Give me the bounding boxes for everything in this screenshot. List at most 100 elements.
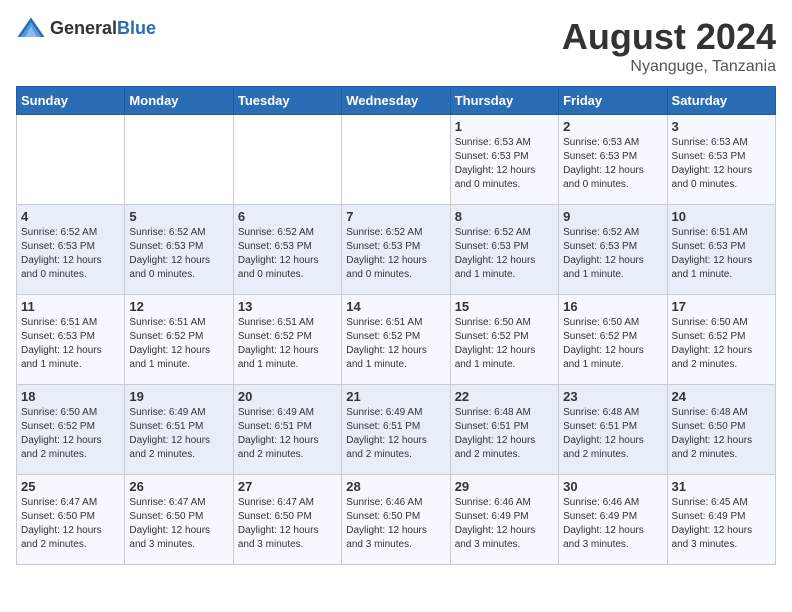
- cell-4-3: 20 Sunrise: 6:49 AM Sunset: 6:51 PM Dayli…: [233, 385, 341, 475]
- cell-4-4: 21 Sunrise: 6:49 AM Sunset: 6:51 PM Dayli…: [342, 385, 450, 475]
- cell-2-7: 10 Sunrise: 6:51 AM Sunset: 6:53 PM Dayli…: [667, 205, 775, 295]
- day-info: Sunrise: 6:52 AM Sunset: 6:53 PM Dayligh…: [455, 226, 554, 282]
- cell-5-4: 28 Sunrise: 6:46 AM Sunset: 6:50 PM Dayli…: [342, 475, 450, 565]
- day-number: 31: [672, 479, 771, 494]
- day-number: 17: [672, 299, 771, 314]
- page-header: GeneralBlue August 2024 Nyanguge, Tanzan…: [16, 16, 776, 76]
- day-info: Sunrise: 6:52 AM Sunset: 6:53 PM Dayligh…: [21, 226, 120, 282]
- day-info: Sunrise: 6:48 AM Sunset: 6:51 PM Dayligh…: [563, 406, 662, 462]
- week-row-1: 1 Sunrise: 6:53 AM Sunset: 6:53 PM Daylig…: [17, 115, 776, 205]
- day-info: Sunrise: 6:51 AM Sunset: 6:53 PM Dayligh…: [21, 316, 120, 372]
- cell-4-1: 18 Sunrise: 6:50 AM Sunset: 6:52 PM Dayli…: [17, 385, 125, 475]
- logo: GeneralBlue: [16, 16, 156, 40]
- week-row-2: 4 Sunrise: 6:52 AM Sunset: 6:53 PM Daylig…: [17, 205, 776, 295]
- day-info: Sunrise: 6:50 AM Sunset: 6:52 PM Dayligh…: [672, 316, 771, 372]
- header-tuesday: Tuesday: [233, 87, 341, 115]
- day-number: 12: [129, 299, 228, 314]
- day-number: 26: [129, 479, 228, 494]
- header-sunday: Sunday: [17, 87, 125, 115]
- cell-1-7: 3 Sunrise: 6:53 AM Sunset: 6:53 PM Daylig…: [667, 115, 775, 205]
- day-number: 10: [672, 209, 771, 224]
- day-info: Sunrise: 6:45 AM Sunset: 6:49 PM Dayligh…: [672, 496, 771, 552]
- day-info: Sunrise: 6:50 AM Sunset: 6:52 PM Dayligh…: [455, 316, 554, 372]
- cell-3-4: 14 Sunrise: 6:51 AM Sunset: 6:52 PM Dayli…: [342, 295, 450, 385]
- cell-3-3: 13 Sunrise: 6:51 AM Sunset: 6:52 PM Dayli…: [233, 295, 341, 385]
- cell-3-7: 17 Sunrise: 6:50 AM Sunset: 6:52 PM Dayli…: [667, 295, 775, 385]
- cell-4-2: 19Sunrise: 6:49 AM Sunset: 6:51 PM Dayli…: [125, 385, 233, 475]
- day-info: Sunrise: 6:46 AM Sunset: 6:50 PM Dayligh…: [346, 496, 445, 552]
- cell-4-7: 24 Sunrise: 6:48 AM Sunset: 6:50 PM Dayli…: [667, 385, 775, 475]
- day-number: 23: [563, 389, 662, 404]
- cell-5-7: 31 Sunrise: 6:45 AM Sunset: 6:49 PM Dayli…: [667, 475, 775, 565]
- day-number: 11: [21, 299, 120, 314]
- day-info: Sunrise: 6:53 AM Sunset: 6:53 PM Dayligh…: [455, 136, 554, 192]
- cell-4-6: 23 Sunrise: 6:48 AM Sunset: 6:51 PM Dayli…: [559, 385, 667, 475]
- day-info: Sunrise: 6:51 AM Sunset: 6:52 PM Dayligh…: [238, 316, 337, 372]
- day-number: 18: [21, 389, 120, 404]
- day-info: Sunrise: 6:49 AM Sunset: 6:51 PM Dayligh…: [238, 406, 337, 462]
- cell-1-5: 1 Sunrise: 6:53 AM Sunset: 6:53 PM Daylig…: [450, 115, 558, 205]
- day-info: Sunrise: 6:46 AM Sunset: 6:49 PM Dayligh…: [563, 496, 662, 552]
- day-info: Sunrise: 6:51 AM Sunset: 6:52 PM Dayligh…: [129, 316, 228, 372]
- day-info: Sunrise: 6:52 AM Sunset: 6:53 PM Dayligh…: [563, 226, 662, 282]
- day-info: Sunrise: 6:52 AM Sunset: 6:53 PM Dayligh…: [238, 226, 337, 282]
- day-info: Sunrise: 6:48 AM Sunset: 6:50 PM Dayligh…: [672, 406, 771, 462]
- cell-2-4: 7Sunrise: 6:52 AM Sunset: 6:53 PM Daylig…: [342, 205, 450, 295]
- calendar-subtitle: Nyanguge, Tanzania: [562, 58, 776, 76]
- day-info: Sunrise: 6:49 AM Sunset: 6:51 PM Dayligh…: [129, 406, 228, 462]
- cell-5-5: 29Sunrise: 6:46 AM Sunset: 6:49 PM Dayli…: [450, 475, 558, 565]
- day-number: 16: [563, 299, 662, 314]
- calendar-table: Sunday Monday Tuesday Wednesday Thursday…: [16, 86, 776, 565]
- cell-3-2: 12 Sunrise: 6:51 AM Sunset: 6:52 PM Dayli…: [125, 295, 233, 385]
- cell-2-6: 9Sunrise: 6:52 AM Sunset: 6:53 PM Daylig…: [559, 205, 667, 295]
- day-info: Sunrise: 6:52 AM Sunset: 6:53 PM Dayligh…: [129, 226, 228, 282]
- day-number: 22: [455, 389, 554, 404]
- day-number: 14: [346, 299, 445, 314]
- logo-icon: [16, 16, 46, 40]
- day-number: 4: [21, 209, 120, 224]
- day-info: Sunrise: 6:51 AM Sunset: 6:53 PM Dayligh…: [672, 226, 771, 282]
- cell-3-6: 16 Sunrise: 6:50 AM Sunset: 6:52 PM Dayli…: [559, 295, 667, 385]
- cell-1-1: [17, 115, 125, 205]
- cell-4-5: 22Sunrise: 6:48 AM Sunset: 6:51 PM Dayli…: [450, 385, 558, 475]
- day-info: Sunrise: 6:50 AM Sunset: 6:52 PM Dayligh…: [21, 406, 120, 462]
- day-number: 7: [346, 209, 445, 224]
- cell-2-1: 4 Sunrise: 6:52 AM Sunset: 6:53 PM Daylig…: [17, 205, 125, 295]
- logo-general-text: General: [50, 18, 117, 38]
- cell-3-1: 11 Sunrise: 6:51 AM Sunset: 6:53 PM Dayli…: [17, 295, 125, 385]
- cell-5-2: 26 Sunrise: 6:47 AM Sunset: 6:50 PM Dayli…: [125, 475, 233, 565]
- day-number: 24: [672, 389, 771, 404]
- header-wednesday: Wednesday: [342, 87, 450, 115]
- day-info: Sunrise: 6:53 AM Sunset: 6:53 PM Dayligh…: [563, 136, 662, 192]
- cell-2-5: 8 Sunrise: 6:52 AM Sunset: 6:53 PM Daylig…: [450, 205, 558, 295]
- day-number: 28: [346, 479, 445, 494]
- day-info: Sunrise: 6:47 AM Sunset: 6:50 PM Dayligh…: [129, 496, 228, 552]
- day-info: Sunrise: 6:49 AM Sunset: 6:51 PM Dayligh…: [346, 406, 445, 462]
- day-info: Sunrise: 6:53 AM Sunset: 6:53 PM Dayligh…: [672, 136, 771, 192]
- cell-1-2: [125, 115, 233, 205]
- cell-5-1: 25Sunrise: 6:47 AM Sunset: 6:50 PM Dayli…: [17, 475, 125, 565]
- day-number: 8: [455, 209, 554, 224]
- day-number: 13: [238, 299, 337, 314]
- cell-2-3: 6 Sunrise: 6:52 AM Sunset: 6:53 PM Daylig…: [233, 205, 341, 295]
- day-number: 21: [346, 389, 445, 404]
- day-info: Sunrise: 6:50 AM Sunset: 6:52 PM Dayligh…: [563, 316, 662, 372]
- cell-1-4: [342, 115, 450, 205]
- cell-1-3: [233, 115, 341, 205]
- week-row-3: 11 Sunrise: 6:51 AM Sunset: 6:53 PM Dayli…: [17, 295, 776, 385]
- cell-2-2: 5Sunrise: 6:52 AM Sunset: 6:53 PM Daylig…: [125, 205, 233, 295]
- day-number: 3: [672, 119, 771, 134]
- header-monday: Monday: [125, 87, 233, 115]
- day-info: Sunrise: 6:47 AM Sunset: 6:50 PM Dayligh…: [238, 496, 337, 552]
- day-number: 6: [238, 209, 337, 224]
- cell-1-6: 2Sunrise: 6:53 AM Sunset: 6:53 PM Daylig…: [559, 115, 667, 205]
- day-info: Sunrise: 6:51 AM Sunset: 6:52 PM Dayligh…: [346, 316, 445, 372]
- day-number: 1: [455, 119, 554, 134]
- title-section: August 2024 Nyanguge, Tanzania: [562, 16, 776, 76]
- header-friday: Friday: [559, 87, 667, 115]
- days-header-row: Sunday Monday Tuesday Wednesday Thursday…: [17, 87, 776, 115]
- day-number: 29: [455, 479, 554, 494]
- cell-3-5: 15Sunrise: 6:50 AM Sunset: 6:52 PM Dayli…: [450, 295, 558, 385]
- day-number: 20: [238, 389, 337, 404]
- day-info: Sunrise: 6:47 AM Sunset: 6:50 PM Dayligh…: [21, 496, 120, 552]
